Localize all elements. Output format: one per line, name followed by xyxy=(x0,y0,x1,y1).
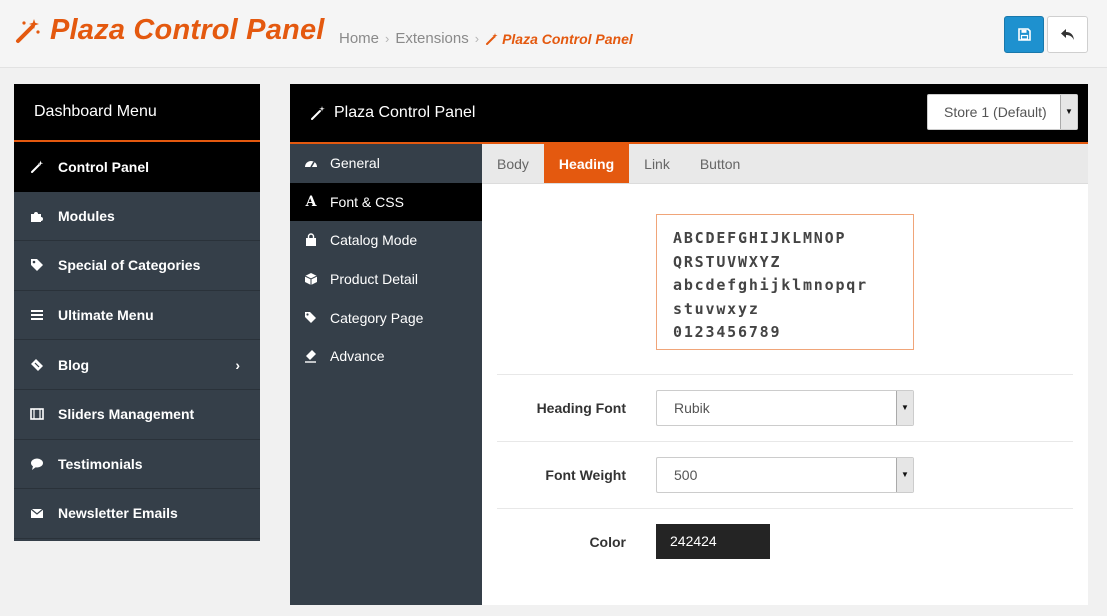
dashboard-item-label: Special of Categories xyxy=(58,257,201,274)
control-panel: Plaza Control Panel Store 1 (Default) ▼ … xyxy=(290,84,1088,605)
dashboard-menu: Dashboard Menu Control Panel Modules Spe… xyxy=(14,84,260,541)
comment-icon xyxy=(30,457,44,471)
magic-wand-icon xyxy=(30,160,44,174)
divider xyxy=(497,508,1073,509)
floppy-disk-icon xyxy=(1017,28,1031,41)
panel-title: Plaza Control Panel xyxy=(334,104,476,121)
dashboard-item-ultimate-menu[interactable]: Ultimate Menu xyxy=(14,291,260,341)
envelope-icon xyxy=(30,506,44,520)
shopping-bag-icon xyxy=(304,233,318,247)
store-select[interactable]: Store 1 (Default) ▼ xyxy=(927,94,1078,130)
divider xyxy=(497,374,1073,375)
reply-arrow-icon xyxy=(1061,29,1074,40)
settings-item-label: Product Detail xyxy=(330,271,418,288)
preview-line: 0123456789 xyxy=(673,323,782,341)
color-label: Color xyxy=(589,534,626,550)
magic-wand-icon xyxy=(486,32,498,45)
chevron-right-icon: › xyxy=(235,356,240,373)
settings-item-product-detail[interactable]: Product Detail xyxy=(290,260,482,299)
preview-line: abcdefghijklmnopqr xyxy=(673,276,868,294)
font-weight-value: 500 xyxy=(674,467,698,483)
dashboard-menu-title: Dashboard Menu xyxy=(14,84,260,142)
settings-item-font-css[interactable]: A Font & CSS xyxy=(290,182,482,222)
font-tabs: Body Heading Link Button xyxy=(482,144,1088,184)
font-preview: ABCDEFGHIJKLMNOP QRSTUVWXYZ abcdefghijkl… xyxy=(656,214,914,350)
settings-sidebar: General A Font & CSS Catalog Mode Produc… xyxy=(290,144,482,605)
dashboard-item-label: Modules xyxy=(58,207,115,224)
breadcrumb: Home › Extensions › Plaza Control Panel xyxy=(339,30,633,47)
settings-item-label: Advance xyxy=(330,348,385,365)
ticket-icon xyxy=(30,358,44,372)
tags-icon xyxy=(304,311,318,325)
film-icon xyxy=(30,407,44,421)
font-weight-label: Font Weight xyxy=(545,467,626,483)
preview-line: QRSTUVWXYZ xyxy=(673,252,782,271)
breadcrumb-current[interactable]: Plaza Control Panel xyxy=(485,31,633,47)
divider xyxy=(497,441,1073,442)
dashboard-item-sliders[interactable]: Sliders Management xyxy=(14,390,260,440)
dashboard-item-newsletter[interactable]: Newsletter Emails xyxy=(14,489,260,539)
tab-link[interactable]: Link xyxy=(629,144,685,183)
color-input[interactable]: 242424 xyxy=(656,524,770,559)
tab-body[interactable]: Body xyxy=(482,144,544,183)
font-weight-select[interactable]: 500 ▼ xyxy=(656,457,914,493)
brand: Plaza Control Panel xyxy=(14,14,325,47)
settings-item-label: Catalog Mode xyxy=(330,232,418,249)
preview-line: stuvwxyz xyxy=(673,299,760,318)
dashboard-item-label: Ultimate Menu xyxy=(58,307,154,324)
save-button[interactable] xyxy=(1004,16,1044,53)
dashboard-item-label: Sliders Management xyxy=(58,406,195,423)
tab-heading[interactable]: Heading xyxy=(543,144,630,183)
settings-item-general[interactable]: General xyxy=(290,144,482,183)
dropdown-arrow-icon: ▼ xyxy=(1060,95,1077,129)
settings-item-advance[interactable]: Advance xyxy=(290,337,482,376)
heading-font-value: Rubik xyxy=(674,400,710,416)
breadcrumb-extensions[interactable]: Extensions xyxy=(395,30,468,47)
magic-wand-icon xyxy=(311,106,325,120)
heading-font-label: Heading Font xyxy=(536,400,626,416)
eraser-icon xyxy=(304,349,318,363)
dashboard-item-label: Newsletter Emails xyxy=(58,505,178,522)
settings-item-label: Font & CSS xyxy=(330,193,404,210)
dashboard-item-modules[interactable]: Modules xyxy=(14,192,260,242)
page-title: Plaza Control Panel xyxy=(50,14,325,46)
dashboard-item-testimonials[interactable]: Testimonials xyxy=(14,440,260,490)
preview-line: ABCDEFGHIJKLMNOP xyxy=(673,229,847,247)
top-bar: Plaza Control Panel Home › Extensions › … xyxy=(0,0,1107,68)
dashboard-item-label: Control Panel xyxy=(58,158,150,175)
dashboard-icon xyxy=(304,156,318,170)
breadcrumb-separator: › xyxy=(385,31,390,46)
breadcrumb-current-label: Plaza Control Panel xyxy=(502,30,633,47)
store-select-value: Store 1 (Default) xyxy=(944,104,1047,120)
tag-icon xyxy=(30,258,44,272)
settings-item-label: Category Page xyxy=(330,309,424,326)
settings-item-catalog-mode[interactable]: Catalog Mode xyxy=(290,221,482,260)
heading-font-select[interactable]: Rubik ▼ xyxy=(656,390,914,426)
font-icon: A xyxy=(305,193,317,210)
back-button[interactable] xyxy=(1047,16,1088,53)
dashboard-item-blog[interactable]: Blog › xyxy=(14,340,260,390)
settings-item-category-page[interactable]: Category Page xyxy=(290,298,482,337)
breadcrumb-home[interactable]: Home xyxy=(339,30,379,47)
dropdown-arrow-icon: ▼ xyxy=(896,391,913,425)
dashboard-item-special-categories[interactable]: Special of Categories xyxy=(14,241,260,291)
settings-item-label: General xyxy=(330,155,380,172)
dashboard-item-control-panel[interactable]: Control Panel xyxy=(14,142,260,192)
cube-icon xyxy=(304,272,318,286)
tab-button[interactable]: Button xyxy=(685,144,755,183)
puzzle-icon xyxy=(30,209,44,223)
bars-icon xyxy=(30,308,44,322)
dashboard-item-label: Testimonials xyxy=(58,455,143,472)
dropdown-arrow-icon: ▼ xyxy=(896,458,913,492)
breadcrumb-separator: › xyxy=(474,31,480,46)
magic-wand-icon xyxy=(16,18,40,43)
panel-header: Plaza Control Panel Store 1 (Default) ▼ xyxy=(290,84,1088,144)
dashboard-item-label: Blog xyxy=(58,356,90,373)
